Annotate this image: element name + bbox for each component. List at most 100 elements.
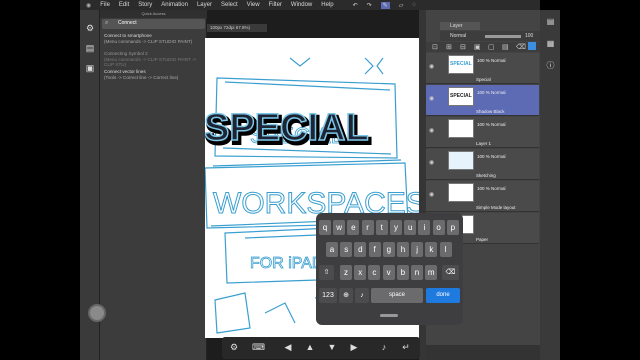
key-u[interactable]: u	[404, 220, 417, 235]
layer-row[interactable]: ◉ 100 % Normal Simple Mode layout	[426, 181, 539, 212]
menu-view[interactable]: View	[247, 2, 260, 8]
qa-result-3[interactable]: Connect vector lines (Tools -> Correct l…	[104, 69, 204, 80]
arrow-right-icon[interactable]: ▶	[348, 341, 360, 353]
pen-tool-icon[interactable]: ✎	[380, 1, 390, 9]
file-icon[interactable]: ▤	[84, 42, 96, 54]
key-k[interactable]: k	[425, 242, 438, 257]
menu-filter[interactable]: Filter	[269, 2, 282, 8]
menu-window[interactable]: Window	[291, 2, 312, 8]
key-j[interactable]: j	[411, 242, 424, 257]
mask-icon[interactable]: ▣	[474, 43, 481, 51]
key-v[interactable]: v	[382, 265, 395, 280]
quick-access-title: Quick Access	[100, 10, 207, 18]
numbers-key[interactable]: 123	[319, 288, 337, 303]
settings-icon[interactable]: ⚙	[84, 22, 96, 34]
space-key[interactable]: space	[371, 288, 423, 303]
menu-animation[interactable]: Animation	[161, 2, 188, 8]
settings-icon[interactable]: ⚙	[228, 341, 240, 353]
palette-icon[interactable]: ▦	[545, 38, 556, 49]
menu-story[interactable]: Story	[138, 2, 152, 8]
key-s[interactable]: s	[340, 242, 353, 257]
color-icon[interactable]	[528, 42, 536, 50]
globe-key-icon[interactable]: ⊕	[339, 288, 353, 303]
menu-help[interactable]: Help	[321, 2, 333, 8]
menu-select[interactable]: Select	[221, 2, 238, 8]
qa-result-2[interactable]: Connecting Symbol 2 (Menu commands -> CL…	[104, 51, 204, 68]
qa-result-path: (Menu commands -> CLIP STUDIO PAINT)	[104, 38, 193, 44]
layers-icon[interactable]: ▤	[545, 16, 556, 27]
key-e[interactable]: e	[347, 220, 360, 235]
layer-tab[interactable]: Layer	[440, 22, 480, 30]
app-icon[interactable]: ◉	[86, 2, 91, 9]
arrow-left-icon[interactable]: ◀	[282, 341, 294, 353]
qa-result-1[interactable]: Connect to smartphone (Menu commands -> …	[104, 33, 204, 44]
redo-icon[interactable]: ↷	[367, 2, 372, 9]
layer-panel-footer	[426, 345, 540, 360]
key-r[interactable]: r	[361, 220, 374, 235]
eye-icon[interactable]: ◉	[429, 95, 434, 102]
mic-key-icon[interactable]: ♪	[355, 288, 369, 303]
backspace-key-icon[interactable]: ⌫	[442, 265, 459, 280]
key-z[interactable]: z	[340, 265, 352, 280]
layer-row[interactable]: ◉ SPECIAL 100 % Normal Special	[426, 53, 539, 84]
key-h[interactable]: h	[397, 242, 409, 257]
opacity-slider[interactable]	[485, 35, 521, 38]
search-icon: ⌕	[105, 20, 109, 26]
lock-icon[interactable]: ⊡	[432, 43, 438, 51]
floating-action-button[interactable]	[88, 304, 106, 322]
opacity-value[interactable]: 100	[525, 33, 533, 39]
eraser-icon[interactable]: ▱	[399, 2, 404, 9]
key-f[interactable]: f	[368, 242, 381, 257]
menu-edit[interactable]: Edit	[119, 2, 129, 8]
undo-icon[interactable]: ↶	[353, 2, 358, 9]
keyboard-drag-handle[interactable]	[380, 314, 398, 317]
folder-icon[interactable]: ▤	[502, 43, 509, 51]
canvas-tab[interactable]: 100px 72dpi 67.8%)	[207, 24, 267, 32]
key-o[interactable]: o	[432, 220, 445, 235]
key-p[interactable]: p	[446, 220, 459, 235]
arrow-down-icon[interactable]: ▼	[326, 341, 338, 353]
layer-thumbnail	[448, 119, 474, 138]
delete-icon[interactable]: ⌫	[516, 43, 526, 51]
key-w[interactable]: w	[333, 220, 346, 235]
clip-icon[interactable]: ⊞	[446, 43, 452, 51]
menu-layer[interactable]: Layer	[197, 2, 212, 8]
eye-icon[interactable]: ◉	[429, 63, 434, 70]
microphone-icon[interactable]: ♪	[378, 341, 390, 353]
eye-icon[interactable]: ◉	[429, 191, 434, 198]
new-layer-icon[interactable]: ▢	[488, 43, 495, 51]
layer-name: Sketching	[476, 173, 496, 178]
menu-file[interactable]: File	[100, 2, 110, 8]
key-m[interactable]: m	[425, 265, 438, 280]
layer-row[interactable]: ◉ 100 % Normal Layer 1	[426, 117, 539, 148]
lasso-icon[interactable]: ◌	[412, 2, 416, 8]
shift-key-icon[interactable]: ⇧	[319, 265, 334, 280]
key-t[interactable]: t	[375, 220, 388, 235]
arrow-up-icon[interactable]: ▲	[304, 341, 316, 353]
key-b[interactable]: b	[396, 265, 409, 280]
eye-icon[interactable]: ◉	[429, 159, 434, 166]
layer-opacity: 100 % Normal	[477, 58, 506, 63]
folder-icon[interactable]: ▣	[84, 62, 96, 74]
key-n[interactable]: n	[411, 265, 423, 280]
eye-icon[interactable]: ◉	[429, 127, 434, 134]
properties-icon[interactable]: ⓘ	[545, 60, 556, 71]
key-y[interactable]: y	[390, 220, 402, 235]
key-c[interactable]: c	[368, 265, 381, 280]
layer-row[interactable]: ◉ 100 % Normal Sketching	[426, 149, 539, 180]
key-g[interactable]: g	[382, 242, 395, 257]
key-q[interactable]: q	[319, 220, 331, 235]
key-i[interactable]: i	[418, 220, 431, 235]
key-x[interactable]: x	[354, 265, 367, 280]
search-input[interactable]: Connect	[118, 20, 137, 26]
reference-icon[interactable]: ⊟	[460, 43, 466, 51]
return-icon[interactable]: ↵	[400, 341, 412, 353]
key-l[interactable]: l	[439, 242, 452, 257]
key-a[interactable]: a	[326, 242, 338, 257]
done-key[interactable]: done	[426, 288, 460, 303]
keyboard-icon[interactable]: ⌨	[252, 341, 265, 353]
blend-mode-select[interactable]: Normal	[450, 33, 466, 39]
layer-toolbar: ⊡ ⊞ ⊟ ▣ ▢ ▤ ⌫	[426, 42, 540, 52]
key-d[interactable]: d	[354, 242, 367, 257]
layer-row-selected[interactable]: ◉ SPECIAL 100 % Normal Shadow Black	[426, 85, 539, 116]
